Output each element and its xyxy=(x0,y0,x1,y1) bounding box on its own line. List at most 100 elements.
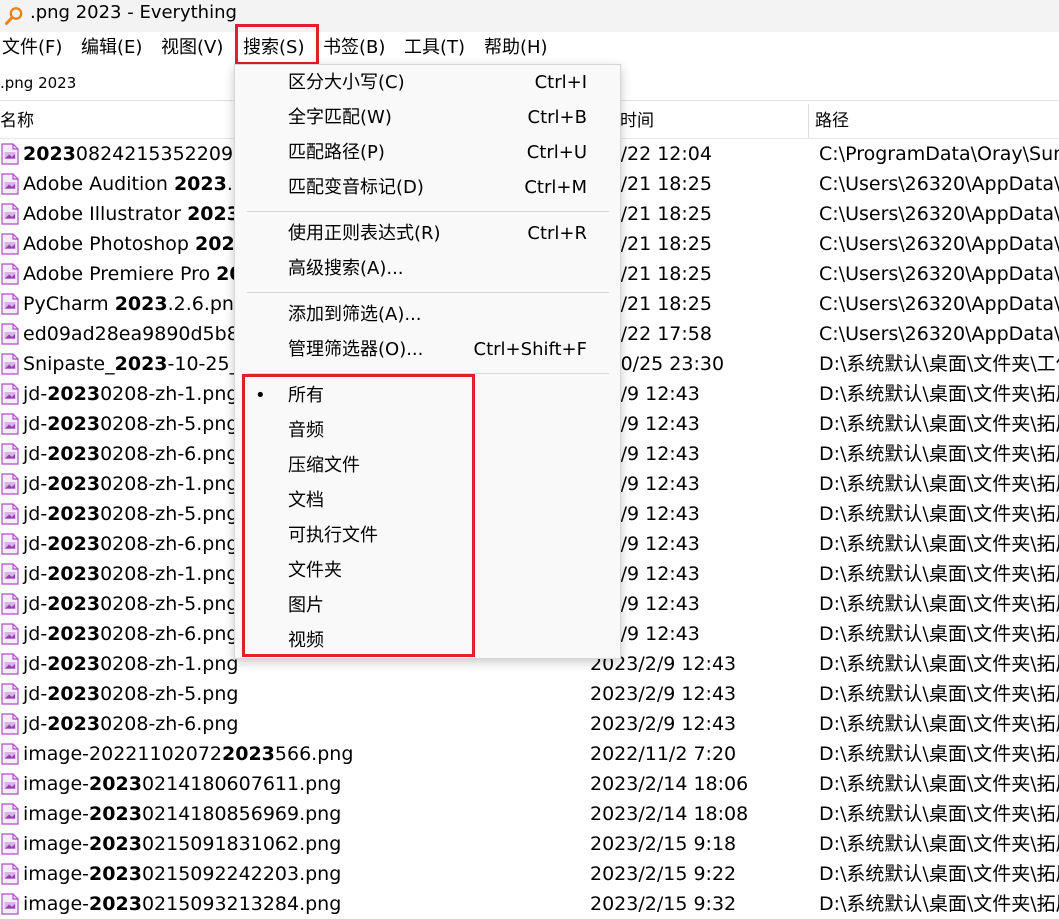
file-row[interactable]: image-20230215093213284.png 2023/2/15 9:… xyxy=(0,889,1059,919)
name-prefix: jd- xyxy=(23,563,48,585)
menu-tools[interactable]: 工具(T) xyxy=(404,32,465,64)
name-match: 2023 xyxy=(89,773,142,795)
png-file-icon xyxy=(1,293,19,315)
png-file-icon xyxy=(1,383,19,405)
name-match: 2023 xyxy=(47,473,101,495)
file-date: 2023/2/15 9:18 xyxy=(590,833,737,855)
name-suffix: 0215093213284.png xyxy=(141,893,342,915)
file-date: 2023/2/15 9:22 xyxy=(590,863,737,885)
file-path: C:\Users\26320\AppData\Lo xyxy=(819,263,1059,285)
name-prefix: jd- xyxy=(23,683,48,705)
png-file-icon xyxy=(1,563,19,585)
file-row[interactable]: image-20230215092242203.png 2023/2/15 9:… xyxy=(0,859,1059,889)
menu-item-label: 匹配路径(P) xyxy=(288,142,385,163)
menu-item-advanced-search[interactable]: 高级搜索(A)... xyxy=(235,253,620,285)
png-file-icon xyxy=(1,203,19,225)
magnifier-icon xyxy=(5,7,23,25)
menu-bookmarks[interactable]: 书签(B) xyxy=(323,32,385,64)
file-path: D:\系统默认\桌面\文件夹\拓展 xyxy=(819,503,1059,525)
menu-file[interactable]: 文件(F) xyxy=(2,32,62,64)
file-path: D:\系统默认\桌面\文件夹\拓展 xyxy=(819,833,1059,855)
file-name: Adobe Premiere Pro 202 xyxy=(23,259,256,289)
png-file-icon xyxy=(1,503,19,525)
file-name: jd-20230208-zh-6.png xyxy=(23,709,238,739)
menu-item-label: 添加到筛选(A)... xyxy=(288,304,422,325)
file-date: 2023/2/15 9:32 xyxy=(590,893,737,915)
menu-edit[interactable]: 编辑(E) xyxy=(81,32,142,64)
name-match: 2023 xyxy=(89,893,142,915)
menu-item-match-path[interactable]: 匹配路径(P) Ctrl+U xyxy=(235,137,620,169)
name-suffix: 0214180607611.png xyxy=(141,773,342,795)
menu-item-match-case[interactable]: 区分大小写(C) Ctrl+I xyxy=(235,67,620,99)
menu-view[interactable]: 视图(V) xyxy=(161,32,223,64)
file-name: jd-20230208-zh-5.png xyxy=(23,589,238,619)
png-file-icon xyxy=(1,443,19,465)
menu-item-shortcut: Ctrl+I xyxy=(534,72,587,93)
file-name: jd-20230208-zh-1.png xyxy=(23,649,238,679)
file-path: D:\系统默认\桌面\文件夹\拓展 xyxy=(819,773,1059,795)
file-name: image-20230214180856969.png xyxy=(23,799,341,829)
file-name: PyCharm 2023.2.6.png xyxy=(23,289,246,319)
menu-item-label: 高级搜索(A)... xyxy=(288,258,404,279)
name-suffix: 0208-zh-6.png xyxy=(100,713,239,735)
name-prefix: image- xyxy=(23,863,90,885)
file-path: D:\系统默认\桌面\文件夹\拓展 xyxy=(819,473,1059,495)
menu-item-organize-filters[interactable]: 管理筛选器(O)... Ctrl+Shift+F xyxy=(235,334,620,366)
column-path[interactable]: 路径 xyxy=(815,104,1055,138)
name-prefix: Adobe Audition xyxy=(23,173,174,195)
name-match: 2023 xyxy=(47,563,101,585)
name-match: 2023 xyxy=(47,683,101,705)
png-file-icon xyxy=(1,683,19,705)
menu-item-label: 管理筛选器(O)... xyxy=(288,339,424,360)
file-name: Adobe Photoshop 2023. xyxy=(23,229,255,259)
file-name: image-20230215093213284.png xyxy=(23,889,341,919)
name-prefix: image-20221102072 xyxy=(23,743,223,765)
file-name: jd-20230208-zh-6.png xyxy=(23,529,238,559)
menu-separator xyxy=(247,292,609,293)
png-file-icon xyxy=(1,713,19,735)
file-name: jd-20230208-zh-5.png xyxy=(23,409,238,439)
png-file-icon xyxy=(1,263,19,285)
file-row[interactable]: jd-20230208-zh-5.png 2023/2/9 12:43 D:\系… xyxy=(0,679,1059,709)
column-date[interactable]: 时间 xyxy=(620,104,800,138)
file-path: C:\Users\26320\AppData\Lo xyxy=(819,173,1059,195)
name-match: 2023 xyxy=(187,203,240,225)
name-prefix: jd- xyxy=(23,473,48,495)
menu-item-whole-word[interactable]: 全字匹配(W) Ctrl+B xyxy=(235,102,620,134)
file-name: Adobe Illustrator 2023.p xyxy=(23,199,258,229)
menu-separator xyxy=(247,211,609,212)
png-file-icon xyxy=(1,143,19,165)
name-suffix: 0208-zh-5.png xyxy=(100,503,239,525)
name-prefix: image- xyxy=(23,893,90,915)
name-match: 2023 xyxy=(47,533,101,555)
file-path: D:\系统默认\桌面\文件夹\拓展 xyxy=(819,713,1059,735)
menu-item-add-to-filters[interactable]: 添加到筛选(A)... xyxy=(235,299,620,331)
menu-item-match-diacritics[interactable]: 匹配变音标记(D) Ctrl+M xyxy=(235,172,620,204)
name-match: 2023 xyxy=(222,743,275,765)
file-name: jd-20230208-zh-5.png xyxy=(23,499,238,529)
name-suffix: 566.png xyxy=(274,743,354,765)
file-date: 2022/11/2 7:20 xyxy=(590,743,737,765)
file-row[interactable]: image-20230214180856969.png 2023/2/14 18… xyxy=(0,799,1059,829)
name-match: 2023 xyxy=(47,503,101,525)
search-menu-highlight xyxy=(235,24,319,65)
file-row[interactable]: image-202211020722023566.png 2022/11/2 7… xyxy=(0,739,1059,769)
name-suffix: 0215092242203.png xyxy=(141,863,342,885)
file-path: D:\系统默认\桌面\文件夹\拓展 xyxy=(819,683,1059,705)
png-file-icon xyxy=(1,413,19,435)
file-name: jd-20230208-zh-1.png xyxy=(23,379,238,409)
name-match: 2023 xyxy=(173,173,227,195)
column-divider[interactable] xyxy=(808,104,809,138)
file-row[interactable]: image-20230215091831062.png 2023/2/15 9:… xyxy=(0,829,1059,859)
png-file-icon xyxy=(1,353,19,375)
name-suffix: 0215091831062.png xyxy=(141,833,342,855)
name-match: 2023 xyxy=(47,383,101,405)
name-prefix: jd- xyxy=(23,653,48,675)
file-row[interactable]: image-20230214180607611.png 2023/2/14 18… xyxy=(0,769,1059,799)
menu-item-regex[interactable]: 使用正则表达式(R) Ctrl+R xyxy=(235,218,620,250)
file-row[interactable]: jd-20230208-zh-6.png 2023/2/9 12:43 D:\系… xyxy=(0,709,1059,739)
menu-help[interactable]: 帮助(H) xyxy=(484,32,548,64)
name-prefix: jd- xyxy=(23,623,48,645)
png-file-icon xyxy=(1,323,19,345)
file-date: 2023/2/9 12:43 xyxy=(590,713,737,735)
